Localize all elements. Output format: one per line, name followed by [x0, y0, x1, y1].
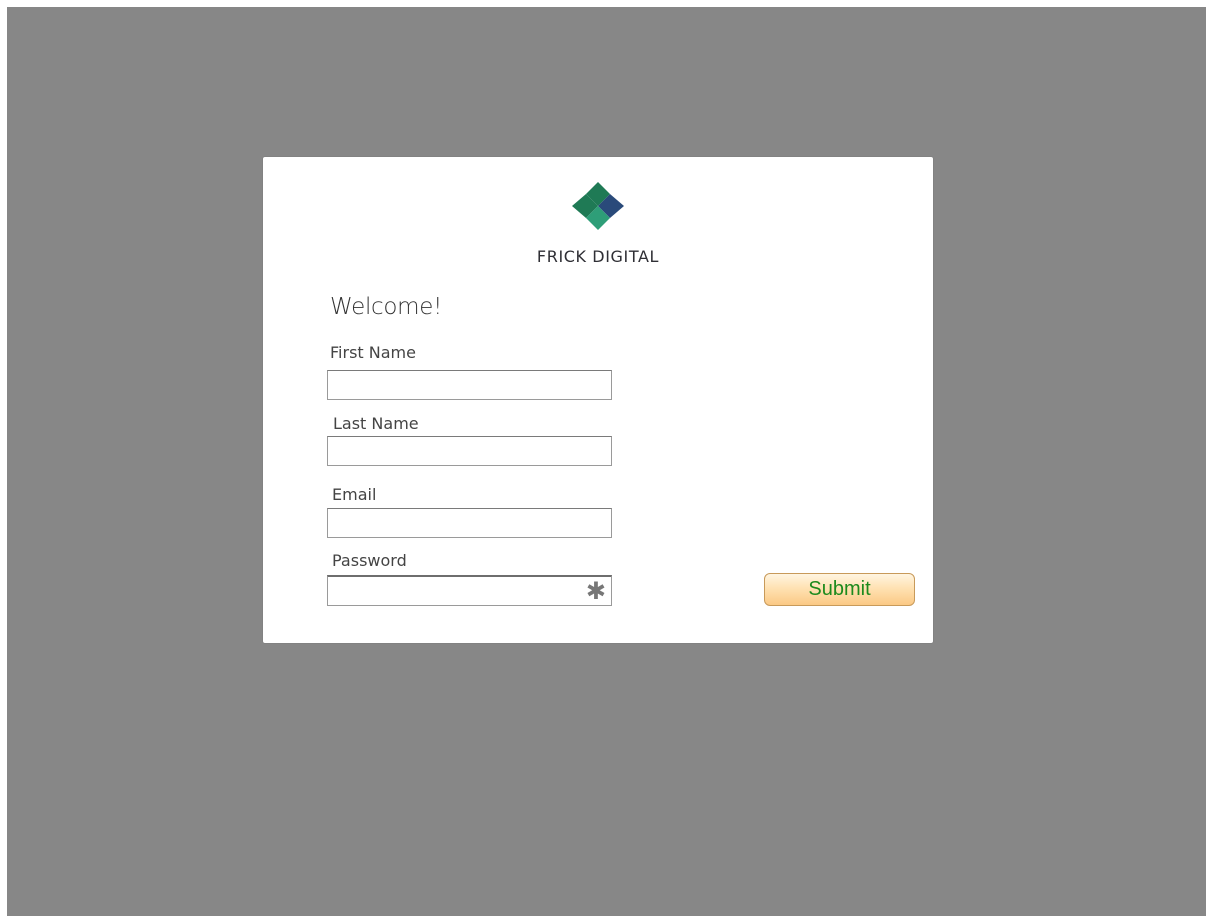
- last-name-field[interactable]: [327, 436, 612, 466]
- password-label: Password: [332, 551, 407, 570]
- first-name-label: First Name: [330, 343, 416, 362]
- login-card: FRICK DIGITAL Welcome! First Name Last N…: [263, 157, 933, 643]
- first-name-field[interactable]: [327, 370, 612, 400]
- last-name-label: Last Name: [333, 414, 419, 433]
- submit-button[interactable]: Submit: [764, 573, 915, 606]
- required-asterisk-icon: ✱: [585, 577, 606, 605]
- email-field[interactable]: [327, 508, 612, 538]
- brand-name: FRICK DIGITAL: [536, 247, 660, 266]
- password-field-wrapper: ✱: [327, 575, 612, 606]
- welcome-heading: Welcome!: [330, 294, 443, 320]
- diamond-logo-icon: [572, 182, 624, 230]
- email-label: Email: [332, 485, 377, 504]
- password-field[interactable]: [327, 575, 612, 606]
